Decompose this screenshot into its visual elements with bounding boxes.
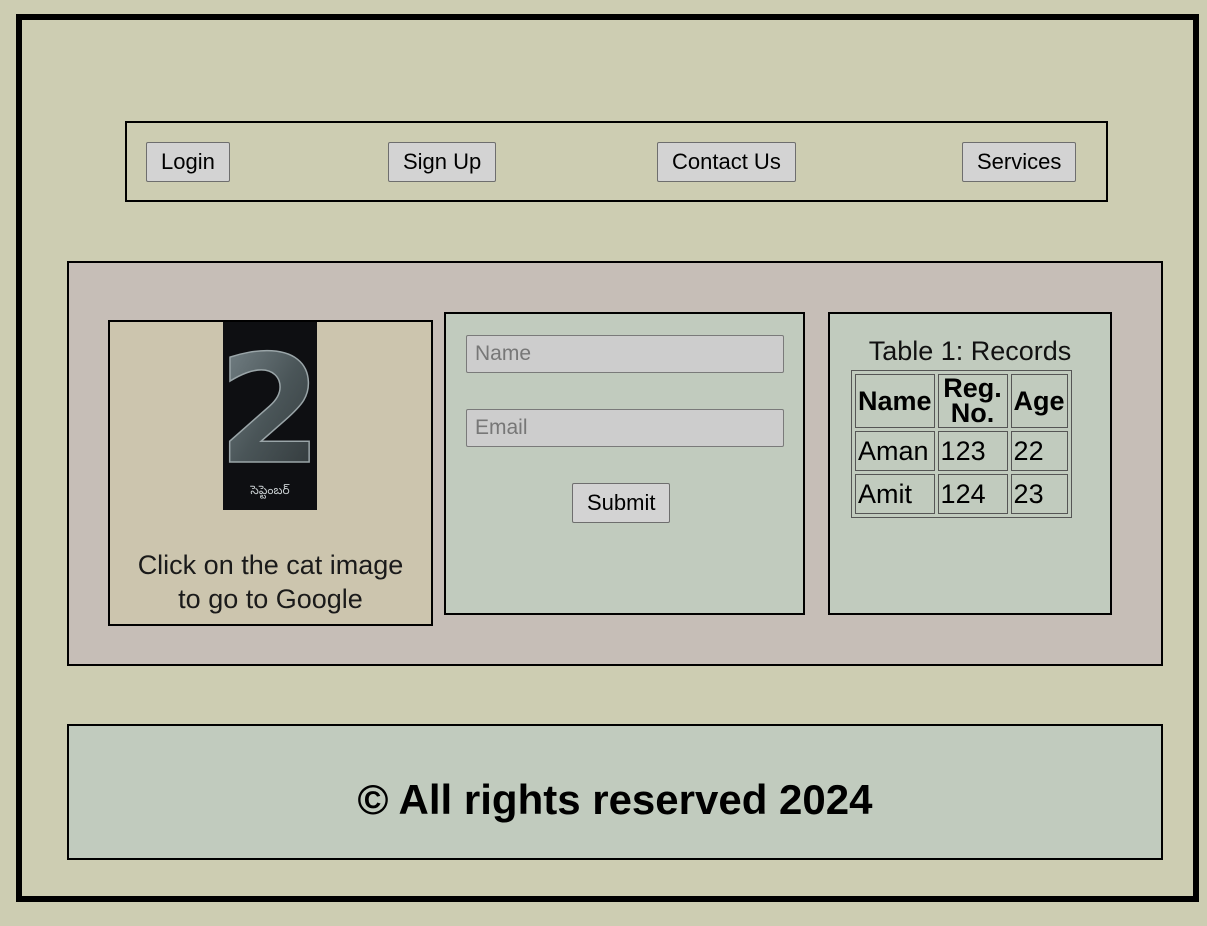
login-button[interactable]: Login bbox=[146, 142, 230, 182]
records-table: Name Reg. No. Age Aman 123 22 Amit 124 2… bbox=[851, 370, 1072, 518]
nav-bar: Login Sign Up Contact Us Services bbox=[125, 121, 1108, 202]
footer: © All rights reserved 2024 bbox=[67, 724, 1163, 860]
submit-button[interactable]: Submit bbox=[572, 483, 671, 523]
page-frame: Login Sign Up Contact Us Services 2 సెప్… bbox=[16, 14, 1199, 902]
main-section: 2 సెప్టెంబర్ Click on the cat image to g… bbox=[67, 261, 1163, 666]
table-row: Amit 124 23 bbox=[855, 474, 1068, 514]
table-row: Aman 123 22 bbox=[855, 431, 1068, 471]
records-card: Table 1: Records Name Reg. No. Age Aman … bbox=[828, 312, 1112, 615]
header-reg-no: Reg. No. bbox=[937, 374, 1008, 428]
header-age: Age bbox=[1010, 374, 1068, 428]
header-name: Name bbox=[855, 374, 935, 428]
contact-form: Submit bbox=[444, 312, 805, 615]
copyright-text: © All rights reserved 2024 bbox=[357, 776, 873, 823]
signup-button[interactable]: Sign Up bbox=[388, 142, 497, 182]
image-caption: Click on the cat image to go to Google bbox=[110, 548, 431, 616]
cell-reg-no: 123 bbox=[937, 431, 1008, 471]
contact-us-button[interactable]: Contact Us bbox=[657, 142, 796, 182]
email-input[interactable] bbox=[466, 409, 784, 447]
name-input[interactable] bbox=[466, 335, 784, 373]
cell-age: 23 bbox=[1010, 474, 1068, 514]
cell-age: 22 bbox=[1010, 431, 1068, 471]
poster-image-link[interactable]: 2 సెప్టెంబర్ bbox=[223, 322, 317, 510]
cell-name: Amit bbox=[855, 474, 935, 514]
poster-number: 2 bbox=[223, 324, 317, 498]
caption-line-2: to go to Google bbox=[178, 584, 363, 614]
image-card: 2 సెప్టెంబర్ Click on the cat image to g… bbox=[108, 320, 433, 626]
poster-subtitle: సెప్టెంబర్ bbox=[249, 483, 289, 499]
caption-line-1: Click on the cat image bbox=[137, 550, 404, 580]
table-header-row: Name Reg. No. Age bbox=[855, 374, 1068, 428]
cell-name: Aman bbox=[855, 431, 935, 471]
services-button[interactable]: Services bbox=[962, 142, 1077, 182]
cell-reg-no: 124 bbox=[937, 474, 1008, 514]
table-caption: Table 1: Records bbox=[868, 336, 1072, 366]
